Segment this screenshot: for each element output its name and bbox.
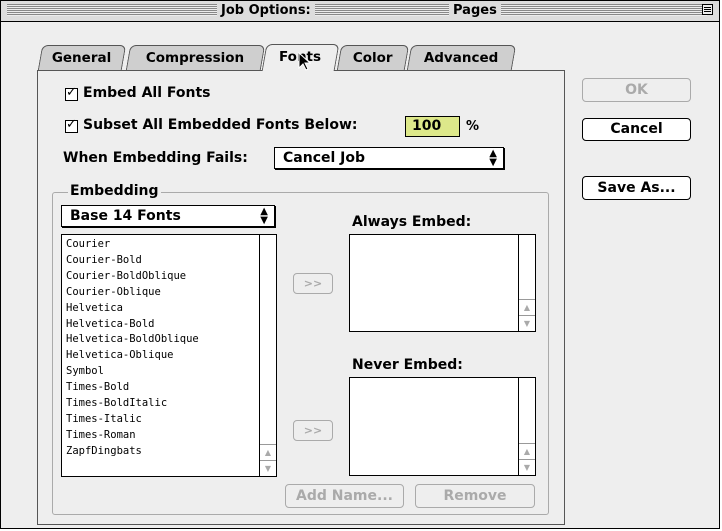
cancel-button[interactable]: Cancel [582, 118, 691, 141]
zoom-box-icon[interactable] [702, 4, 713, 15]
subset-percent-input[interactable]: 100 [405, 116, 460, 137]
title-bar-stripes [7, 4, 707, 16]
when-embedding-fails-popup[interactable]: Cancel Job ▲ ▼ [274, 147, 504, 169]
font-source-popup[interactable]: Base 14 Fonts ▲ ▼ [61, 205, 275, 227]
embed-all-fonts-checkbox[interactable] [65, 85, 78, 101]
always-embed-label: Always Embed: [352, 214, 472, 230]
list-item[interactable]: Helvetica [66, 301, 199, 317]
window-title-pages: Pages [449, 3, 501, 18]
always-embed-scrollbar[interactable]: ▲ ▼ [518, 235, 535, 331]
list-item[interactable]: Times-Roman [66, 428, 199, 444]
tab-color[interactable]: Color [336, 45, 410, 70]
tab-advanced[interactable]: Advanced [406, 45, 517, 70]
popup-arrows-icon: ▲ ▼ [489, 148, 497, 168]
list-item[interactable]: ZapfDingbats [66, 444, 199, 460]
scroll-down-arrow-icon[interactable]: ▼ [519, 315, 535, 331]
title-bar[interactable]: Job Options: Pages [1, 1, 719, 22]
percent-sign: % [466, 119, 480, 134]
tab-general[interactable]: General [37, 45, 127, 70]
save-as-button[interactable]: Save As... [582, 176, 691, 200]
scroll-up-arrow-icon[interactable]: ▲ [260, 444, 276, 460]
list-item[interactable]: Symbol [66, 364, 199, 380]
never-embed-list[interactable]: ▲ ▼ [349, 377, 536, 476]
list-item[interactable]: Courier [66, 237, 199, 253]
scroll-up-arrow-icon[interactable]: ▲ [519, 443, 535, 459]
list-item[interactable]: Courier-Bold [66, 253, 199, 269]
scroll-down-arrow-icon[interactable]: ▼ [519, 459, 535, 475]
list-item[interactable]: Times-Bold [66, 380, 199, 396]
tab-compression[interactable]: Compression [125, 45, 266, 70]
subset-fonts-label: Subset All Embedded Fonts Below: [83, 117, 358, 133]
font-list-items: Courier Courier-Bold Courier-BoldOblique… [66, 237, 199, 460]
list-item[interactable]: Helvetica-BoldOblique [66, 332, 199, 348]
add-name-button[interactable]: Add Name... [285, 484, 404, 508]
list-item[interactable]: Times-Italic [66, 412, 199, 428]
embed-all-fonts-label: Embed All Fonts [83, 85, 211, 101]
never-embed-label: Never Embed: [352, 357, 463, 373]
font-source-value: Base 14 Fonts [70, 208, 181, 224]
list-item[interactable]: Helvetica-Oblique [66, 348, 199, 364]
when-embedding-fails-label: When Embedding Fails: [63, 150, 248, 166]
list-item[interactable]: Courier-Oblique [66, 285, 199, 301]
ok-button[interactable]: OK [582, 78, 691, 102]
mouse-cursor-icon [298, 52, 312, 71]
remove-button[interactable]: Remove [415, 484, 535, 508]
popup-arrows-icon: ▲ ▼ [260, 206, 268, 226]
embedding-group-title: Embedding [68, 183, 161, 199]
list-item[interactable]: Courier-BoldOblique [66, 269, 199, 285]
always-embed-list[interactable]: ▲ ▼ [349, 234, 536, 332]
never-embed-scrollbar[interactable]: ▲ ▼ [518, 378, 535, 475]
subset-fonts-checkbox[interactable] [65, 117, 78, 133]
add-to-always-embed-button[interactable]: >> [293, 273, 333, 294]
add-to-never-embed-button[interactable]: >> [293, 420, 333, 441]
scroll-down-arrow-icon[interactable]: ▼ [260, 460, 276, 476]
font-list[interactable]: Courier Courier-Bold Courier-BoldOblique… [61, 234, 277, 477]
window-title: Job Options: [217, 3, 315, 18]
list-item[interactable]: Times-BoldItalic [66, 396, 199, 412]
when-embedding-fails-value: Cancel Job [283, 150, 366, 166]
scroll-up-arrow-icon[interactable]: ▲ [519, 299, 535, 315]
font-list-scrollbar[interactable]: ▲ ▼ [259, 235, 276, 476]
list-item[interactable]: Helvetica-Bold [66, 317, 199, 333]
